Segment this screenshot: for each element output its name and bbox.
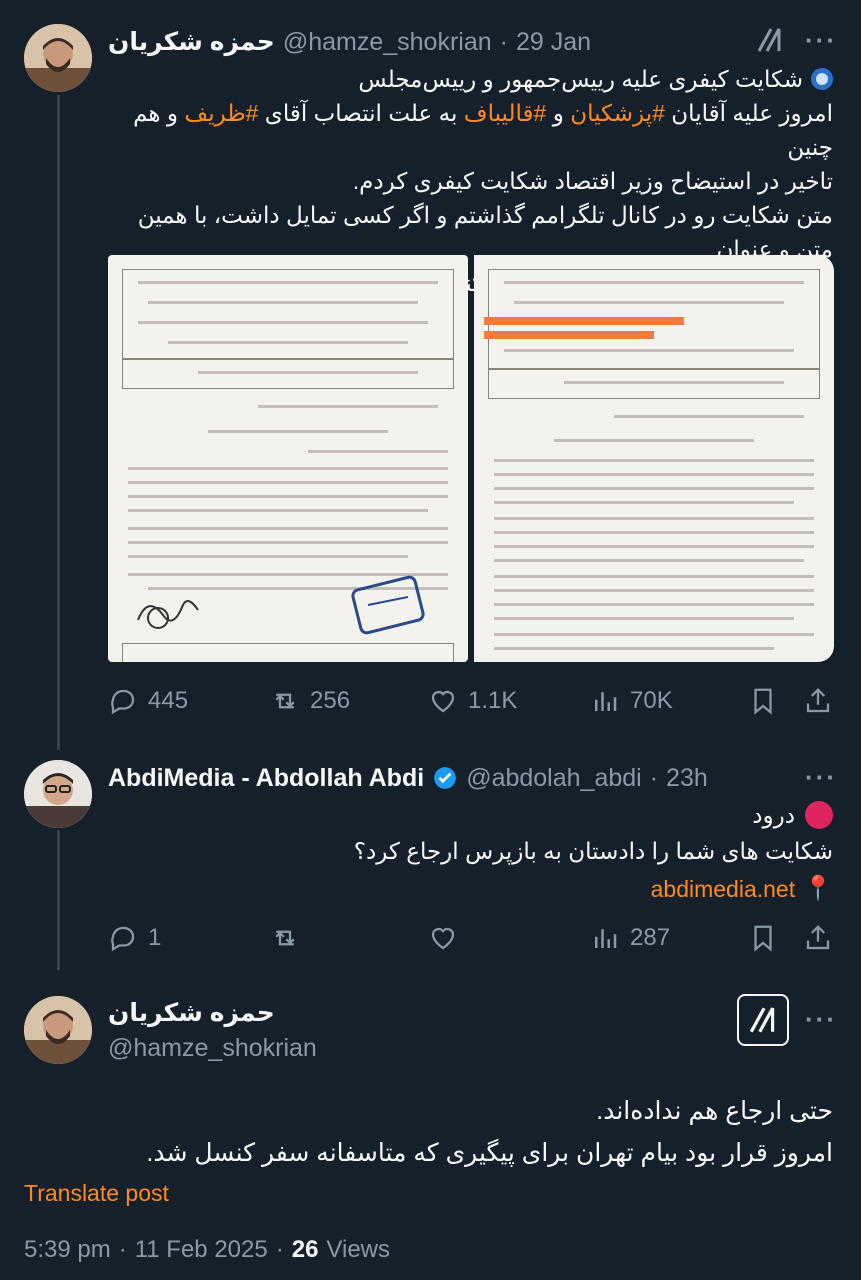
avatar[interactable] xyxy=(24,996,92,1064)
retweet-button[interactable] xyxy=(270,923,300,953)
more-options-icon[interactable]: ··· xyxy=(805,1004,837,1035)
retweet-icon xyxy=(275,693,295,709)
retweet-count: 256 xyxy=(310,687,351,714)
views-button[interactable]: 70K xyxy=(590,686,673,716)
blue-circle-icon xyxy=(811,68,833,90)
author-name[interactable]: حمزه شکریان xyxy=(108,27,275,57)
separator-dot: · xyxy=(649,763,659,792)
tweet-line: شکایت های شما را دادستان به بازپرس ارجاع… xyxy=(353,838,833,864)
separator-dot: · xyxy=(118,1236,127,1263)
tweet-line: درود xyxy=(752,802,795,828)
bookmark-button[interactable] xyxy=(748,686,778,716)
thread-line xyxy=(57,95,60,750)
views-count: 287 xyxy=(630,924,671,951)
separator-dot: · xyxy=(275,1236,284,1263)
hashtag-link[interactable]: #پزشکیان xyxy=(570,100,665,126)
like-button[interactable]: 1.1K xyxy=(428,686,517,716)
avatar[interactable] xyxy=(24,24,92,92)
tweet-line: شکایت کیفری علیه رییس‌جمهور و رییس‌مجلس xyxy=(358,66,803,92)
heart-icon xyxy=(431,690,455,713)
external-link[interactable]: abdimedia.net xyxy=(651,872,796,906)
reply-count: 445 xyxy=(148,687,189,714)
views-count: 26 xyxy=(291,1236,319,1263)
grok-icon[interactable] xyxy=(737,994,789,1046)
views-count: 70K xyxy=(630,687,673,714)
tweet-date[interactable]: 23h xyxy=(666,764,708,793)
tweet-line: امروز قرار بود بیام تهران برای پیگیری که… xyxy=(146,1139,833,1167)
post-date[interactable]: 11 Feb 2025 xyxy=(135,1236,268,1264)
red-circle-icon xyxy=(805,801,833,829)
share-icon xyxy=(806,925,830,950)
reply-button[interactable]: 1 xyxy=(108,923,161,953)
hashtag-link[interactable]: #ظریف xyxy=(184,100,258,126)
views-chart-icon xyxy=(595,692,617,711)
retweet-button[interactable]: 256 xyxy=(270,686,350,716)
tweet-line: امروز علیه آقایان #پزشکیان و #قالیباف به… xyxy=(133,100,833,160)
verified-badge-icon xyxy=(432,765,458,791)
reply-button[interactable]: 445 xyxy=(108,686,188,716)
author-handle[interactable]: @hamze_shokrian xyxy=(108,1034,317,1063)
attached-document-image[interactable] xyxy=(474,255,834,662)
avatar[interactable] xyxy=(24,760,92,828)
tweet-line: تاخیر در استیضاح وزیر اقتصاد شکایت کیفری… xyxy=(352,168,833,194)
hashtag-link[interactable]: #قالیباف xyxy=(464,100,547,126)
share-button[interactable] xyxy=(803,686,833,716)
pin-icon: 📍 xyxy=(803,875,833,902)
bookmark-icon xyxy=(754,688,772,715)
views-chart-icon xyxy=(595,929,617,948)
share-button[interactable] xyxy=(803,923,833,953)
tweet-text: حتی ارجاع هم نداده‌اند. امروز قرار بود ب… xyxy=(23,1092,833,1172)
share-icon xyxy=(806,688,830,713)
bookmark-button[interactable] xyxy=(748,923,778,953)
tweet-date[interactable]: 29 Jan xyxy=(516,28,591,57)
author-name[interactable]: حمزه شکریان xyxy=(108,998,275,1028)
bookmark-icon xyxy=(754,925,772,952)
translate-post-link[interactable]: Translate post xyxy=(24,1180,169,1207)
views-label: Views xyxy=(326,1236,391,1263)
more-options-icon[interactable]: ··· xyxy=(805,762,837,793)
author-handle[interactable]: @hamze_shokrian xyxy=(283,28,492,57)
reply-icon xyxy=(111,689,135,715)
post-time[interactable]: 5:39 pm xyxy=(24,1236,111,1264)
heart-icon xyxy=(431,927,455,950)
grok-icon[interactable] xyxy=(755,25,785,60)
thread-line xyxy=(57,830,60,970)
more-options-icon[interactable]: ··· xyxy=(805,25,837,56)
like-count: 1.1K xyxy=(468,687,518,714)
reply-icon xyxy=(111,926,135,952)
tweet-line: حتی ارجاع هم نداده‌اند. xyxy=(596,1097,833,1125)
author-name[interactable]: AbdiMedia - Abdollah Abdi xyxy=(108,764,424,793)
retweet-icon xyxy=(275,930,295,946)
tweet-text: درود شکایت های شما را دادستان به بازپرس … xyxy=(103,798,833,906)
like-button[interactable] xyxy=(428,923,458,953)
attached-document-image[interactable] xyxy=(108,255,468,662)
author-handle[interactable]: @abdolah_abdi xyxy=(466,764,642,793)
views-button[interactable]: 287 xyxy=(590,923,670,953)
reply-count: 1 xyxy=(148,924,162,951)
separator-dot: · xyxy=(499,27,508,56)
